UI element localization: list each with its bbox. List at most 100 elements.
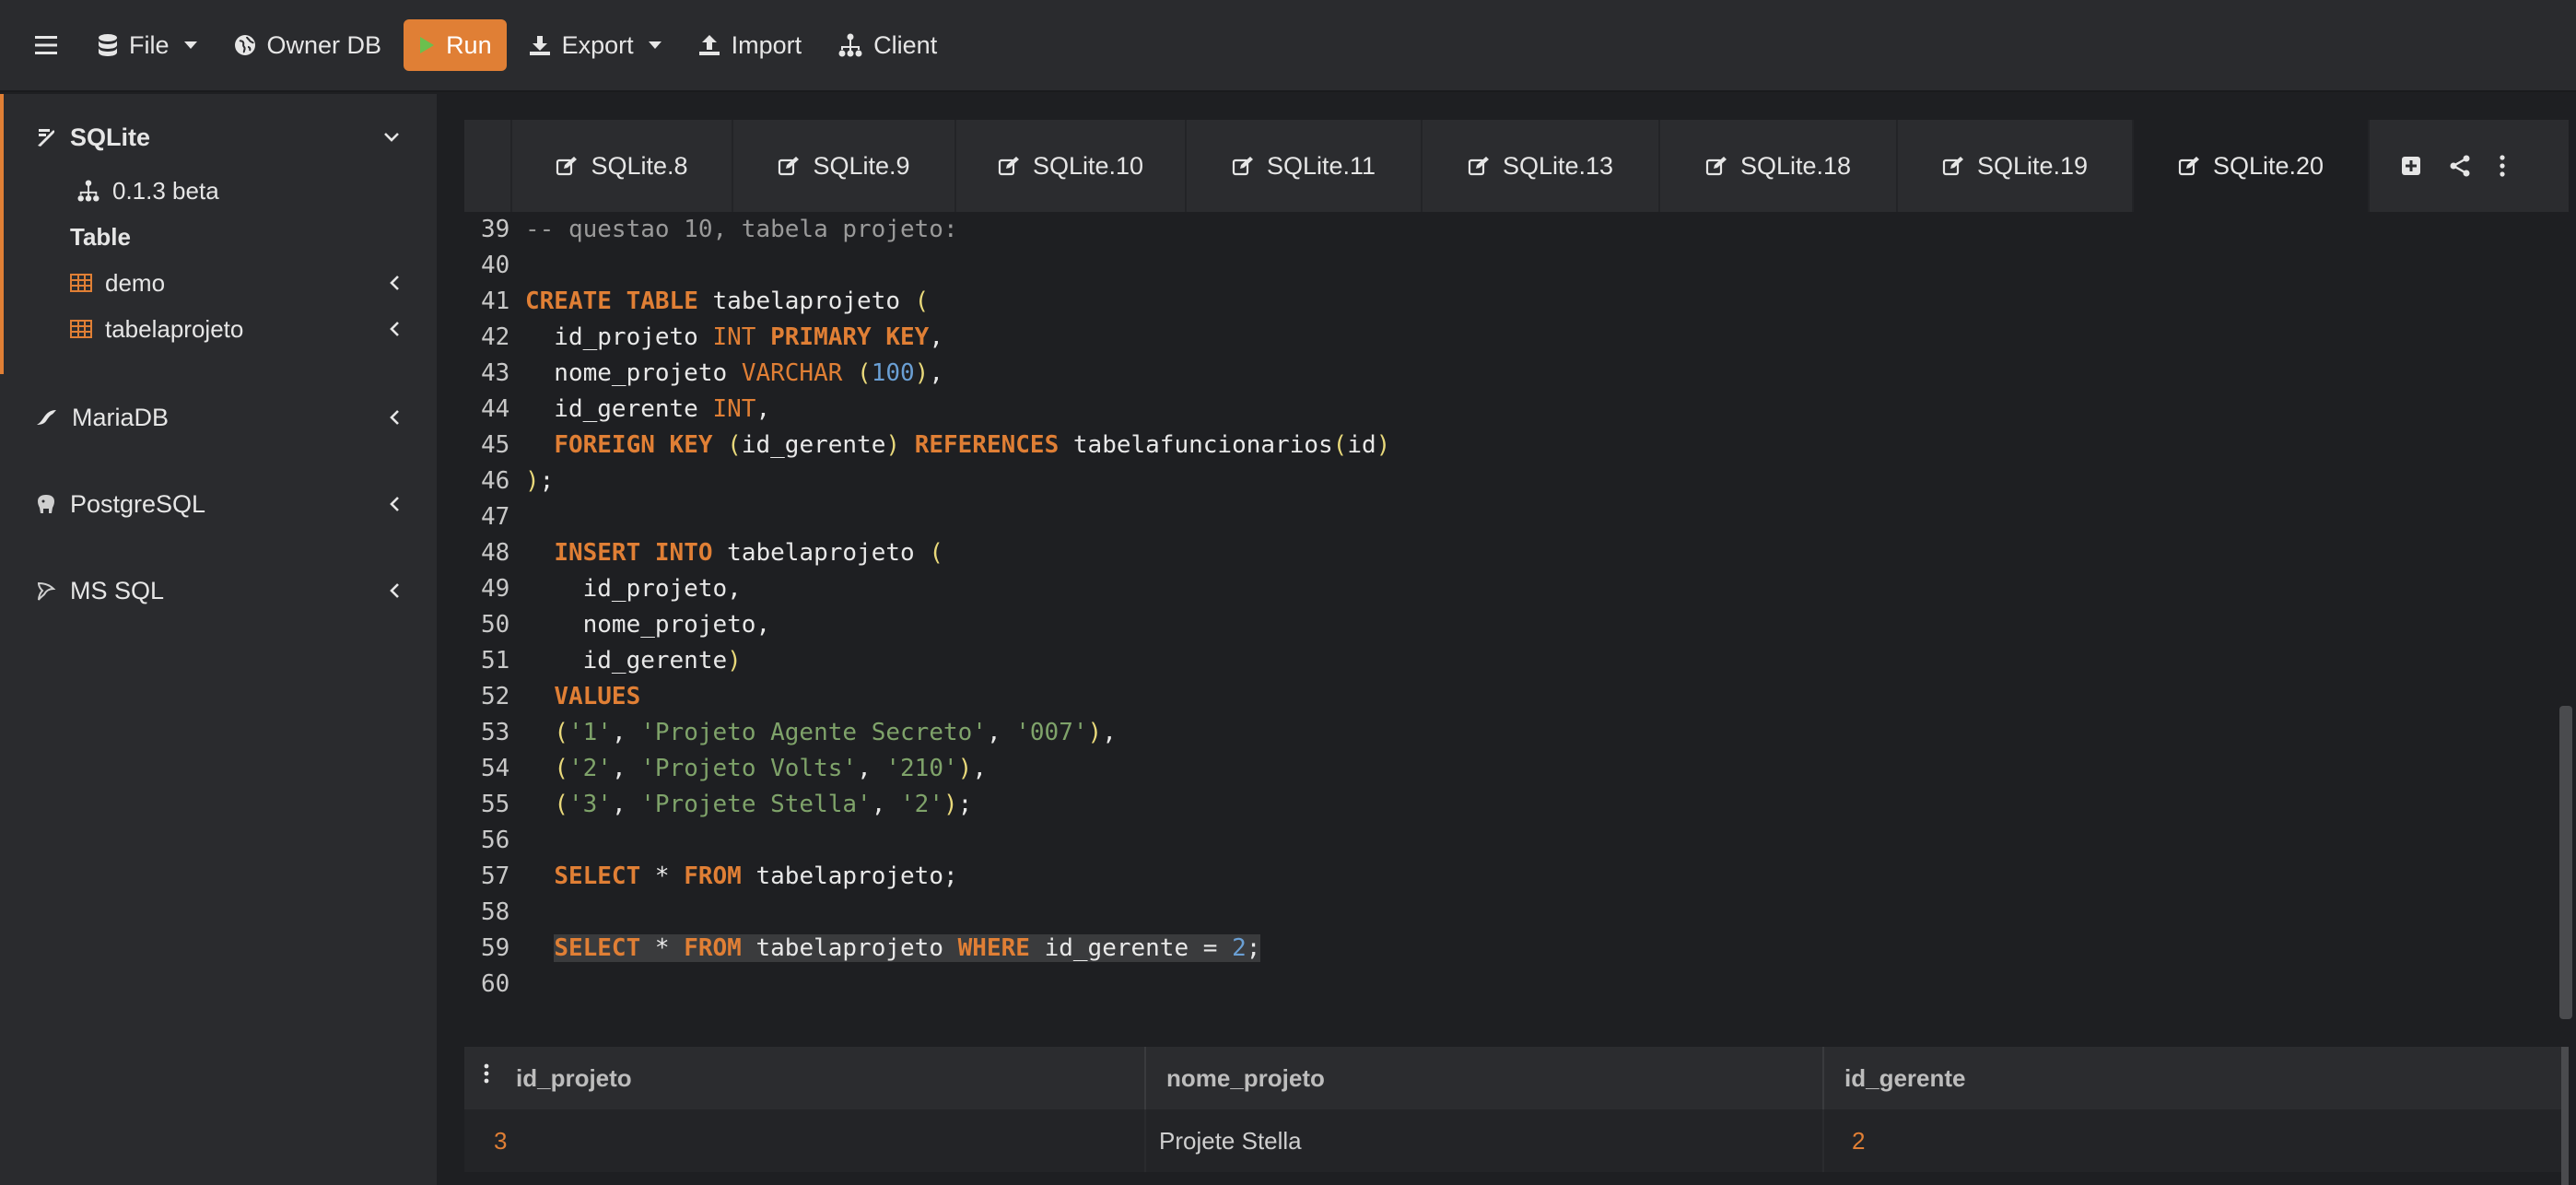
editor-scrollbar[interactable]	[2559, 706, 2572, 1019]
file-menu-button[interactable]: File	[79, 19, 216, 71]
code-line[interactable]: 54 ('2', 'Projeto Volts', '210'),	[464, 751, 2556, 787]
owner-db-button[interactable]: Owner DB	[216, 19, 401, 71]
tab-sqlite-19[interactable]: SQLite.19	[1898, 120, 2134, 212]
code-line[interactable]: 56	[464, 823, 2556, 859]
top-toolbar: File Owner DB Run Export Import Client	[0, 0, 2576, 92]
table-name: tabelaprojeto	[105, 314, 244, 343]
sidebar-item-postgresql[interactable]: PostgreSQL	[0, 461, 437, 547]
code-line[interactable]: 58	[464, 895, 2556, 931]
code-line[interactable]: 40	[464, 248, 2556, 284]
line-number: 48	[481, 539, 510, 567]
line-number: 56	[481, 827, 510, 854]
sidebar: SQLite 0.1.3 beta Table demo tabelaproje…	[0, 94, 437, 1185]
share-icon[interactable]	[2449, 155, 2471, 177]
code-line[interactable]: 48 INSERT INTO tabelaprojeto (	[464, 535, 2556, 571]
version-label: 0.1.3 beta	[112, 176, 219, 205]
export-menu-button[interactable]: Export	[510, 19, 680, 71]
tab-sqlite-18[interactable]: SQLite.18	[1660, 120, 1898, 212]
line-number: 53	[481, 719, 510, 746]
grid-scrollbar[interactable]	[2561, 1047, 2569, 1185]
tab-sqlite-10[interactable]: SQLite.10	[956, 120, 1187, 212]
column-header-nome-projeto[interactable]: nome_projeto	[1146, 1047, 1824, 1109]
sqlite-version: 0.1.3 beta	[4, 168, 437, 214]
chevron-left-icon	[390, 583, 399, 598]
menu-button[interactable]	[0, 19, 79, 71]
code-line[interactable]: 52 VALUES	[464, 679, 2556, 715]
line-number: 55	[481, 791, 510, 818]
line-number: 43	[481, 359, 510, 387]
file-label: File	[129, 30, 170, 59]
edit-icon	[2178, 157, 2199, 176]
edit-icon	[779, 157, 800, 176]
tab-sqlite-20[interactable]: SQLite.20	[2134, 120, 2370, 212]
code-line[interactable]: 59 SELECT * FROM tabelaprojeto WHERE id_…	[464, 931, 2556, 967]
code-line[interactable]: 53 ('1', 'Projeto Agente Secreto', '007'…	[464, 715, 2556, 751]
line-number: 49	[481, 575, 510, 603]
table-icon	[70, 320, 92, 338]
database-icon	[99, 34, 117, 56]
run-button[interactable]: Run	[404, 19, 507, 71]
tab-sqlite-9[interactable]: SQLite.9	[733, 120, 956, 212]
code-line[interactable]: 42 id_projeto INT PRIMARY KEY,	[464, 320, 2556, 356]
feather-icon	[38, 129, 55, 147]
code-line[interactable]: 47	[464, 499, 2556, 535]
sidebar-item-table-demo[interactable]: demo	[4, 260, 437, 306]
sidebar-item-mssql[interactable]: MS SQL	[0, 547, 437, 634]
code-line[interactable]: 50 nome_projeto,	[464, 607, 2556, 643]
tab-sqlite-8[interactable]: SQLite.8	[512, 120, 733, 212]
sitemap-icon	[838, 33, 862, 57]
code-line[interactable]: 46);	[464, 463, 2556, 499]
code-line[interactable]: 57 SELECT * FROM tabelaprojeto;	[464, 859, 2556, 895]
cell-id-gerente: 2	[1852, 1126, 1866, 1155]
code-line[interactable]: 55 ('3', 'Projete Stella', '2');	[464, 787, 2556, 823]
upload-icon	[698, 35, 720, 55]
line-number: 51	[481, 647, 510, 675]
sidebar-item-table-tabelaprojeto[interactable]: tabelaprojeto	[4, 306, 437, 352]
code-line[interactable]: 39 -- questao 10, tabela projeto:	[464, 212, 2556, 248]
tab-list: SQLite.8 SQLite.9 SQLite.10 SQLite.11 SQLite…	[512, 120, 2370, 212]
table-name: demo	[105, 268, 166, 297]
line-number: 58	[481, 898, 510, 926]
code-line[interactable]: 49 id_projeto,	[464, 571, 2556, 607]
code-line[interactable]: 41 CREATE TABLE tabelaprojeto (	[464, 284, 2556, 320]
table-section-heading: Table	[70, 222, 131, 251]
column-header-id-gerente[interactable]: id_gerente	[1824, 1047, 2561, 1109]
line-number: 40	[481, 252, 510, 279]
download-icon	[529, 36, 550, 55]
sidebar-item-label: PostgreSQL	[70, 489, 206, 518]
line-number: 50	[481, 611, 510, 639]
code-line[interactable]: 43 nome_projeto VARCHAR (100),	[464, 356, 2556, 392]
line-text: -- questao 10, tabela projeto:	[525, 216, 958, 243]
tab-sqlite-13[interactable]: SQLite.13	[1423, 120, 1660, 212]
add-tab-icon[interactable]	[2401, 156, 2421, 176]
table-row[interactable]: 3 Projete Stella 2	[464, 1109, 2561, 1172]
line-text: INSERT INTO tabelaprojeto (	[554, 539, 943, 567]
tab-sqlite-11[interactable]: SQLite.11	[1187, 120, 1423, 212]
sitemap-icon	[77, 180, 100, 202]
sidebar-item-mariadb[interactable]: MariaDB	[0, 374, 437, 461]
client-button[interactable]: Client	[820, 19, 955, 71]
line-text: VALUES	[554, 683, 641, 710]
code-line[interactable]: 45 FOREIGN KEY (id_gerente) REFERENCES t…	[464, 428, 2556, 463]
sql-code-editor[interactable]: 39 -- questao 10, tabela projeto: 40 41 CREA…	[464, 212, 2556, 1019]
import-label: Import	[731, 30, 802, 59]
owner-db-label: Owner DB	[266, 30, 382, 59]
sidebar-item-label: MariaDB	[72, 403, 170, 431]
line-number: 52	[481, 683, 510, 710]
grid-menu-icon[interactable]	[483, 1063, 490, 1084]
cell-id-projeto: 3	[464, 1109, 1146, 1172]
chevron-left-icon	[390, 322, 399, 336]
mariadb-icon	[37, 410, 56, 425]
code-line[interactable]: 51 id_gerente)	[464, 643, 2556, 679]
column-header-id-projeto[interactable]: id_projeto	[464, 1047, 1146, 1109]
code-line[interactable]: 44 id_gerente INT,	[464, 392, 2556, 428]
line-text: nome_projeto,	[525, 611, 771, 639]
chevron-down-icon	[648, 41, 662, 49]
code-line[interactable]: 60	[464, 967, 2556, 1003]
line-text: SELECT * FROM tabelaprojeto WHERE id_ger…	[554, 934, 1261, 962]
edit-icon	[1468, 157, 1489, 176]
more-vertical-icon[interactable]	[2499, 155, 2506, 177]
import-button[interactable]: Import	[680, 19, 821, 71]
tab-label: SQLite.20	[2212, 151, 2324, 180]
hamburger-icon	[35, 36, 57, 54]
